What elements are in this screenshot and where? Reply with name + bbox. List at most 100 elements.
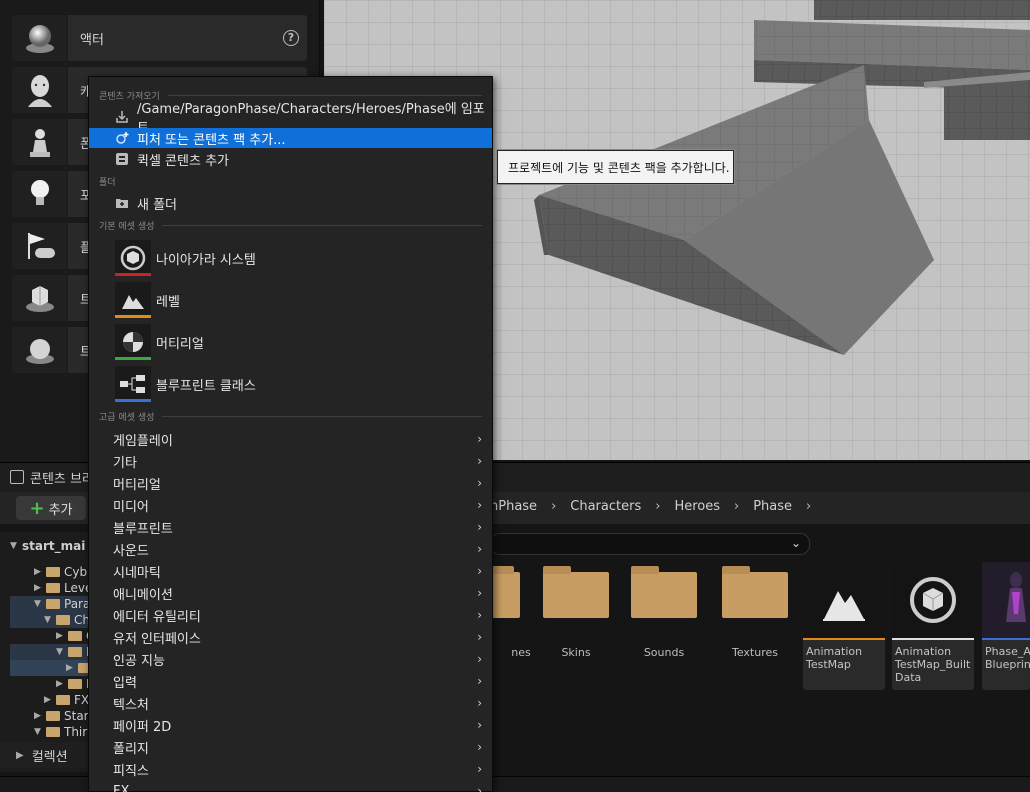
asset-tile[interactable]: Phase_A Blueprint <box>982 562 1030 690</box>
menu-item-label: 시네마틱 <box>113 565 161 581</box>
submenu-item[interactable]: 시네마틱 › <box>89 561 492 581</box>
triangle-right-icon: ▶ <box>56 679 63 689</box>
submenu-item[interactable]: 유저 인터페이스 › <box>89 627 492 647</box>
chevron-right-icon: › <box>477 718 482 732</box>
menu-section-header: 기본 에셋 생성 <box>99 219 482 232</box>
menu-item-label: 사운드 <box>113 543 149 559</box>
search-input[interactable]: ⌄ <box>490 533 810 555</box>
folder-icon <box>722 566 788 618</box>
menu-item-level[interactable]: 레벨 <box>115 281 180 319</box>
add-button[interactable]: + 추가 <box>16 496 86 520</box>
asset-folder-name: Skins <box>561 646 591 659</box>
menu-item-label: 기타 <box>113 455 137 471</box>
tree-item-label: Thir <box>64 725 88 739</box>
menu-section-header: 고급 에셋 생성 <box>99 410 482 423</box>
submenu-item[interactable]: 미디어 › <box>89 495 492 515</box>
section-divider <box>167 95 482 96</box>
trigger-box-icon <box>12 275 68 321</box>
asset-color-bar <box>115 273 151 276</box>
collections-label: 컬렉션 <box>31 749 68 765</box>
submenu-item[interactable]: 사운드 › <box>89 539 492 559</box>
menu-item-import[interactable]: /Game/ParagonPhase/Characters/Heroes/Pha… <box>89 102 492 136</box>
menu-item-label: 텍스처 <box>113 697 149 713</box>
chevron-down-icon[interactable]: ⌄ <box>791 536 801 550</box>
menu-item-label: 유저 인터페이스 <box>113 631 201 647</box>
chevron-right-icon: › <box>477 630 482 644</box>
menu-item-label: 미디어 <box>113 499 149 515</box>
section-divider <box>162 225 482 226</box>
submenu-item[interactable]: 인공 지능 › <box>89 649 492 669</box>
submenu-item[interactable]: 블루프린트 › <box>89 517 492 537</box>
breadcrumb-item[interactable]: Phase <box>753 499 792 514</box>
breadcrumb-item[interactable]: Heroes <box>674 499 720 514</box>
menu-item-label: 폴리지 <box>113 741 149 757</box>
triangle-down-icon: ▼ <box>56 647 63 657</box>
triangle-right-icon: ▶ <box>34 711 41 721</box>
menu-item-label: 레벨 <box>156 294 180 310</box>
help-icon[interactable]: ? <box>283 30 299 46</box>
chevron-right-icon: › <box>477 498 482 512</box>
menu-item-niagara-system[interactable]: 나이아가라 시스템 <box>115 239 256 277</box>
section-divider <box>162 416 482 417</box>
folder-icon <box>46 583 60 593</box>
asset-folder[interactable]: Skins <box>541 566 611 659</box>
triangle-down-icon: ▼ <box>44 615 51 625</box>
triangle-down-icon: ▼ <box>34 599 41 609</box>
triangle-right-icon: ▶ <box>66 663 73 673</box>
tree-item-label: FX <box>74 693 90 707</box>
triangle-right-icon: ▶ <box>34 567 41 577</box>
submenu-item[interactable]: 페이퍼 2D › <box>89 715 492 735</box>
tree-root-label: start_mai <box>22 539 86 553</box>
tree-item-label: Para <box>64 597 91 611</box>
import-icon <box>115 110 129 124</box>
asset-color-bar <box>115 399 151 402</box>
chevron-right-icon: › <box>477 454 482 468</box>
breadcrumb-item[interactable]: Characters <box>570 499 641 514</box>
folder-icon <box>46 567 60 577</box>
place-item-actor[interactable]: 액터 ? <box>12 15 307 61</box>
submenu-item[interactable]: 기타 › <box>89 451 492 471</box>
folder-icon <box>56 695 70 705</box>
asset-name: Phase_A Blueprint <box>985 645 1030 671</box>
submenu-item[interactable]: 입력 › <box>89 671 492 691</box>
submenu-item[interactable]: 텍스처 › <box>89 693 492 713</box>
place-item-label: 액터 <box>80 32 104 48</box>
asset-tile[interactable]: Animation TestMap_Built Data <box>892 562 974 690</box>
chevron-right-icon: › <box>477 520 482 534</box>
asset-color-bar <box>115 357 151 360</box>
submenu-item[interactable]: 머티리얼 › <box>89 473 492 493</box>
submenu-item[interactable]: 애니메이션 › <box>89 583 492 603</box>
new-folder-icon <box>115 196 129 210</box>
level-icon <box>115 282 151 318</box>
asset-folder[interactable]: Textures <box>720 566 790 659</box>
submenu-item[interactable]: 폴리지 › <box>89 737 492 757</box>
menu-item-blueprint-class[interactable]: 블루프린트 클래스 <box>115 365 256 403</box>
chevron-right-icon: › <box>477 542 482 556</box>
submenu-item[interactable]: 피직스 › <box>89 759 492 779</box>
asset-folder[interactable]: Sounds <box>629 566 699 659</box>
folder-icon <box>68 679 82 689</box>
breadcrumb: nPhase › Characters › Heroes › Phase › <box>490 499 825 514</box>
menu-item-material[interactable]: 머티리얼 <box>115 323 204 361</box>
asset-folder-name: Sounds <box>643 646 685 659</box>
menu-item-new-folder[interactable]: 새 폴더 <box>89 193 492 213</box>
submenu-item[interactable]: 게임플레이 › <box>89 429 492 449</box>
triangle-right-icon: ▶ <box>34 583 41 593</box>
triangle-down-icon: ▼ <box>34 727 41 737</box>
submenu-item[interactable]: FX › <box>89 781 492 792</box>
triangle-right-icon: ▶ <box>56 631 63 641</box>
chevron-right-icon: › <box>477 652 482 666</box>
breadcrumb-item[interactable]: nPhase <box>490 499 537 514</box>
menu-item-add-feature-pack[interactable]: 피처 또는 콘텐츠 팩 추가... <box>89 128 492 148</box>
asset-tile[interactable]: Animation TestMap <box>803 562 885 690</box>
submenu-item[interactable]: 에디터 유틸리티 › <box>89 605 492 625</box>
chevron-right-icon: › <box>477 586 482 600</box>
niagara-system-icon <box>115 240 151 276</box>
menu-item-quixel[interactable]: 퀵셀 콘텐츠 추가 <box>89 149 492 169</box>
asset-name: Animation TestMap <box>806 645 863 671</box>
folder-icon <box>68 631 82 641</box>
section-label: 폴더 <box>99 178 116 188</box>
triangle-down-icon: ▼ <box>10 541 17 551</box>
menu-item-label: 인공 지능 <box>113 653 165 669</box>
menu-item-label: 나이아가라 시스템 <box>156 252 256 268</box>
